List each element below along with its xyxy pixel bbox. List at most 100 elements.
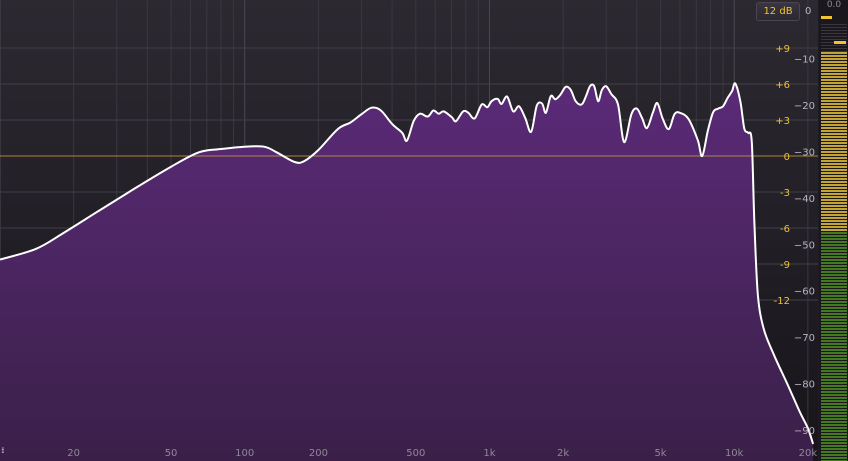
meter-segment (821, 91, 847, 93)
meter-segment (821, 88, 847, 90)
meter-segment (821, 58, 847, 60)
meter-segment (821, 361, 847, 363)
meter-segment (821, 79, 847, 81)
meter-segment (821, 337, 847, 339)
meter-segment (821, 52, 847, 54)
meter-segment (821, 295, 847, 297)
meter-segment-dim (821, 51, 847, 52)
meter-segment (821, 331, 847, 333)
meter-segment (821, 280, 847, 282)
meter-segment (821, 112, 847, 114)
meter-segment (821, 307, 847, 309)
meter-segment (821, 358, 847, 360)
meter-segment (821, 178, 847, 180)
meter-peak-readout: 0.0 (826, 0, 842, 10)
range-button[interactable]: 12 dB (756, 2, 800, 21)
meter-segment (821, 292, 847, 294)
meter-segment (821, 163, 847, 165)
meter-segment (821, 388, 847, 390)
meter-segment (821, 343, 847, 345)
spectrum-plot: 20 50 100 200 500 1k 2k 5k 10k 20k +9 +6 +3 0 -3 -6 -9 -1… (0, 0, 848, 461)
meter-segment (821, 286, 847, 288)
db-tick-label: −50 (794, 240, 815, 251)
meter-segment (821, 400, 847, 402)
meter-segment (821, 238, 847, 240)
meter-segment (821, 64, 847, 66)
gain-tick-label: -12 (774, 296, 790, 307)
meter-segment (821, 340, 847, 342)
meter-segment (821, 70, 847, 72)
meter-segment (821, 154, 847, 156)
gain-tick-label: -6 (780, 224, 790, 235)
gain-tick-label: +3 (775, 116, 790, 127)
meter-peak-hold-left (821, 16, 832, 19)
meter-segment (821, 199, 847, 201)
meter-segment (821, 268, 847, 270)
meter-segment (821, 169, 847, 171)
meter-segment (821, 229, 847, 231)
meter-segment (821, 232, 847, 234)
meter-segment (821, 226, 847, 228)
meter-segment (821, 424, 847, 426)
meter-segment (821, 301, 847, 303)
level-meter (819, 0, 848, 461)
meter-segment (821, 259, 847, 261)
meter-segment (821, 202, 847, 204)
meter-segment (821, 211, 847, 213)
meter-segment (821, 247, 847, 249)
meter-segment (821, 325, 847, 327)
meter-segment (821, 127, 847, 129)
meter-segment (821, 82, 847, 84)
freq-tick-label: 2k (557, 448, 569, 459)
meter-segment (821, 121, 847, 123)
db-tick-label: −40 (794, 194, 815, 205)
meter-segment (821, 73, 847, 75)
meter-segment (821, 109, 847, 111)
meter-segment (821, 190, 847, 192)
meter-segment-dim (821, 33, 847, 34)
meter-segment (821, 103, 847, 105)
meter-segment (821, 394, 847, 396)
meter-segment (821, 115, 847, 117)
meter-segment (821, 262, 847, 264)
meter-segment (821, 193, 847, 195)
meter-segment (821, 439, 847, 441)
meter-segment (821, 316, 847, 318)
freq-tick-label: 20 (67, 448, 80, 459)
meter-segment (821, 133, 847, 135)
freq-tick-label: 200 (309, 448, 328, 459)
meter-segment (821, 403, 847, 405)
meter-segment (821, 208, 847, 210)
meter-segment (821, 250, 847, 252)
meter-segment (821, 253, 847, 255)
meter-segment (821, 145, 847, 147)
meter-segment (821, 355, 847, 357)
meter-segment (821, 406, 847, 408)
db-tick-label: −60 (794, 287, 815, 298)
meter-segment (821, 364, 847, 366)
meter-segment (821, 160, 847, 162)
meter-segment (821, 172, 847, 174)
meter-segment (821, 67, 847, 69)
resize-handle-icon[interactable]: ⁞⁞⁞ (1, 446, 4, 455)
meter-segment-dim (821, 36, 847, 37)
meter-segment (821, 289, 847, 291)
meter-segment (821, 85, 847, 87)
meter-segment (821, 454, 847, 456)
meter-segment (821, 427, 847, 429)
meter-segment (821, 298, 847, 300)
meter-segment (821, 445, 847, 447)
meter-segment (821, 220, 847, 222)
meter-segment (821, 283, 847, 285)
meter-segment (821, 391, 847, 393)
meter-segment (821, 448, 847, 450)
meter-segment (821, 76, 847, 78)
meter-segment (821, 235, 847, 237)
meter-segment (821, 415, 847, 417)
meter-segment (821, 409, 847, 411)
meter-segment (821, 118, 847, 120)
meter-segment (821, 94, 847, 96)
meter-segment (821, 97, 847, 99)
meter-segment (821, 346, 847, 348)
meter-segment (821, 310, 847, 312)
